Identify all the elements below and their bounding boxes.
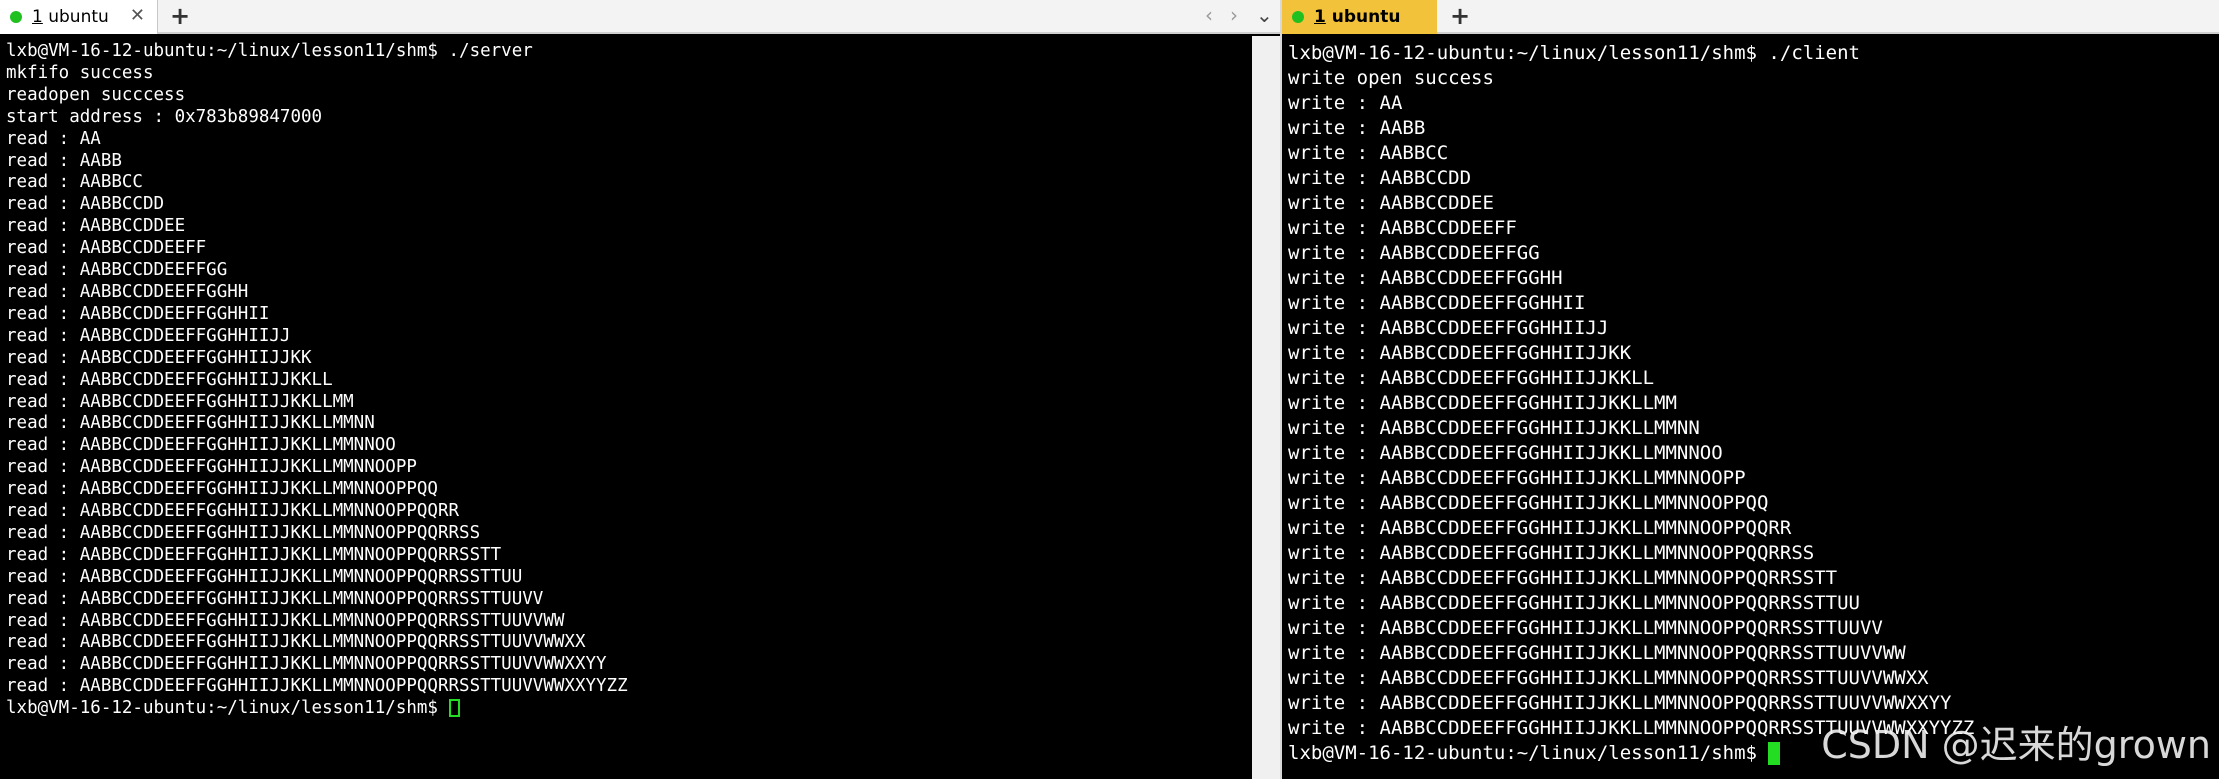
terminal-line: read : AABBCCDDEEFFGGHHIIJJKKLLMMNNOOPPQ… <box>6 610 565 631</box>
terminal-line: read : AA <box>6 128 101 149</box>
right-tab-bar: 1 ubuntu + <box>1282 0 2219 34</box>
terminal-line: read : AABBCCDDEEFFGGHHII <box>6 303 270 324</box>
terminal-line: write : AABBCCDDEEFFGGHHIIJJKKLLMM <box>1288 392 1677 414</box>
terminal-line: lxb@VM-16-12-ubuntu:~/linux/lesson11/shm… <box>1288 42 1860 64</box>
tab-ubuntu-left[interactable]: 1 ubuntu ✕ <box>0 0 158 34</box>
shell-prompt: lxb@VM-16-12-ubuntu:~/linux/lesson11/shm… <box>6 698 449 719</box>
tab-number: 1 <box>1314 7 1326 27</box>
terminal-line: read : AABBCCDD <box>6 194 165 215</box>
terminal-line: write : AABBCCDDEEFFGGHHII <box>1288 292 1586 314</box>
terminal-line: read : AABBCCDDEEFFGGHHIIJJKKLLMMNN <box>6 413 375 434</box>
left-terminal-pane[interactable]: 1 ubuntu ✕ + ‹ › ⌄ lxb@VM-16-12-ubuntu:~… <box>0 0 1280 779</box>
terminal-line: write : AABBCCDDEEFFGGHHIIJJKKLLMMNNOO <box>1288 442 1723 464</box>
terminal-line: write : AABBCCDDEEFFGGHHIIJJ <box>1288 317 1609 339</box>
terminal-line: read : AABBCCDDEEFFGGHHIIJJKKLLMMNNOOPPQ… <box>6 654 607 675</box>
terminal-line: write : AABBCCDDEEFFGGHHIIJJKKLLMMNNOOPP… <box>1288 667 1929 689</box>
terminal-line: read : AABBCCDDEEFFGGHHIIJJKKLLMMNNOOPPQ… <box>6 479 438 500</box>
terminal-line: read : AABBCCDDEEFFGGHHIIJJKKLLMMNNOOPPQ… <box>6 522 481 543</box>
terminal-line: write : AABBCCDDEEFFGGHHIIJJKKLLMMNN <box>1288 417 1700 439</box>
tab-title: 1 ubuntu <box>32 7 109 27</box>
terminal-line: write : AABBCCDDEEFFGGHHIIJJKK <box>1288 342 1632 364</box>
tab-ubuntu-right[interactable]: 1 ubuntu <box>1282 0 1437 34</box>
terminal-line: write : AABBCCDDEEFFGGHHIIJJKKLLMMNNOOPP… <box>1288 517 1792 539</box>
tab-list-menu-icon[interactable]: ⌄ <box>1256 3 1273 27</box>
terminal-line: write : AABBCC <box>1288 142 1449 164</box>
terminal-line: read : AABBCCDDEEFFGGHHIIJJKKLLMM <box>6 391 354 412</box>
terminal-line: read : AABBCC <box>6 172 143 193</box>
connection-status-icon <box>10 11 22 23</box>
terminal-line: write : AABBCCDDEEFFGGHH <box>1288 267 1563 289</box>
terminal-line: read : AABBCCDDEE <box>6 216 186 237</box>
terminal-line: read : AABBCCDDEEFF <box>6 238 207 259</box>
terminal-line: read : AABB <box>6 150 122 171</box>
prompt-line[interactable]: lxb@VM-16-12-ubuntu:~/linux/lesson11/shm… <box>6 698 1280 720</box>
terminal-line: readopen succcess <box>6 84 186 105</box>
terminal-line: write : AABBCCDDEEFFGGHHIIJJKKLLMMNNOOPP… <box>1288 642 1906 664</box>
terminal-line: read : AABBCCDDEEFFGGHHIIJJKKLLMMNNOOPPQ… <box>6 501 460 522</box>
terminal-line: read : AABBCCDDEEFFGGHHIIJJKKLLMMNNOO <box>6 435 396 456</box>
tab-title: 1 ubuntu <box>1314 7 1400 27</box>
terminal-line: write : AABBCCDDEEFFGGHHIIJJKKLL <box>1288 367 1655 389</box>
left-tab-bar: 1 ubuntu ✕ + ‹ › ⌄ <box>0 0 1280 34</box>
terminal-line: read : AABBCCDDEEFFGGHHIIJJKKLLMMNNOOPPQ… <box>6 566 523 587</box>
terminal-line: read : AABBCCDDEEFFGGHHIIJJKKLL <box>6 369 333 390</box>
terminal-line: read : AABBCCDDEEFFGGHHIIJJKKLLMMNNOOPPQ… <box>6 588 544 609</box>
new-tab-button[interactable]: + <box>1450 2 1470 30</box>
terminal-line: write open success <box>1288 67 1494 89</box>
terminal-line: write : AABBCCDDEEFFGG <box>1288 242 1540 264</box>
terminal-line: write : AABBCCDDEEFFGGHHIIJJKKLLMMNNOOPP… <box>1288 567 1838 589</box>
terminal-line: write : AA <box>1288 92 1403 114</box>
right-terminal-pane[interactable]: 1 ubuntu + lxb@VM-16-12-ubuntu:~/linux/l… <box>1282 0 2219 779</box>
terminal-line: read : AABBCCDDEEFFGGHHIIJJKK <box>6 347 312 368</box>
terminal-line: write : AABB <box>1288 117 1426 139</box>
tab-label: ubuntu <box>48 7 109 27</box>
terminal-line: write : AABBCCDDEEFFGGHHIIJJKKLLMMNNOOPP <box>1288 467 1746 489</box>
terminal-line: start address : 0x783b89847000 <box>6 106 323 127</box>
terminal-line: write : AABBCCDDEEFFGGHHIIJJKKLLMMNNOOPP… <box>1288 617 1883 639</box>
text-cursor <box>1768 742 1781 765</box>
terminal-line: write : AABBCCDDEEFF <box>1288 217 1517 239</box>
terminal-line: read : AABBCCDDEEFFGG <box>6 260 228 281</box>
new-tab-button[interactable]: + <box>170 2 190 30</box>
terminal-line: read : AABBCCDDEEFFGGHHIIJJKKLLMMNNOOPP <box>6 457 417 478</box>
terminal-line: read : AABBCCDDEEFFGGHHIIJJ <box>6 325 291 346</box>
left-terminal-output[interactable]: lxb@VM-16-12-ubuntu:~/linux/lesson11/shm… <box>0 36 1280 779</box>
csdn-watermark: CSDN @迟来的grown <box>1821 723 2211 767</box>
tab-label: ubuntu <box>1331 7 1401 27</box>
terminal-line: write : AABBCCDDEEFFGGHHIIJJKKLLMMNNOOPP… <box>1288 542 1815 564</box>
terminal-line: write : AABBCCDDEEFFGGHHIIJJKKLLMMNNOOPP… <box>1288 692 1952 714</box>
terminal-line: write : AABBCCDDEEFFGGHHIIJJKKLLMMNNOOPP… <box>1288 492 1769 514</box>
tab-number: 1 <box>32 7 43 27</box>
text-cursor <box>448 699 460 718</box>
terminal-line: write : AABBCCDD <box>1288 167 1472 189</box>
terminal-line: read : AABBCCDDEEFFGGHH <box>6 281 249 302</box>
terminal-line: write : AABBCCDDEEFFGGHHIIJJKKLLMMNNOOPP… <box>1288 592 1860 614</box>
terminal-line: read : AABBCCDDEEFFGGHHIIJJKKLLMMNNOOPPQ… <box>6 676 628 697</box>
terminal-line: read : AABBCCDDEEFFGGHHIIJJKKLLMMNNOOPPQ… <box>6 544 502 565</box>
terminal-line: read : AABBCCDDEEFFGGHHIIJJKKLLMMNNOOPPQ… <box>6 632 586 653</box>
close-tab-icon[interactable]: ✕ <box>130 5 145 26</box>
connection-status-icon <box>1292 11 1304 23</box>
tab-scroll-right-icon[interactable]: › <box>1230 3 1238 27</box>
tab-scroll-left-icon[interactable]: ‹ <box>1205 3 1213 27</box>
shell-prompt: lxb@VM-16-12-ubuntu:~/linux/lesson11/shm… <box>1288 742 1769 764</box>
terminal-line: write : AABBCCDDEE <box>1288 192 1494 214</box>
left-scrollbar[interactable] <box>1252 36 1280 779</box>
right-terminal-output[interactable]: lxb@VM-16-12-ubuntu:~/linux/lesson11/shm… <box>1282 36 2219 779</box>
terminal-line: mkfifo success <box>6 62 154 83</box>
terminal-line: lxb@VM-16-12-ubuntu:~/linux/lesson11/shm… <box>6 41 533 61</box>
